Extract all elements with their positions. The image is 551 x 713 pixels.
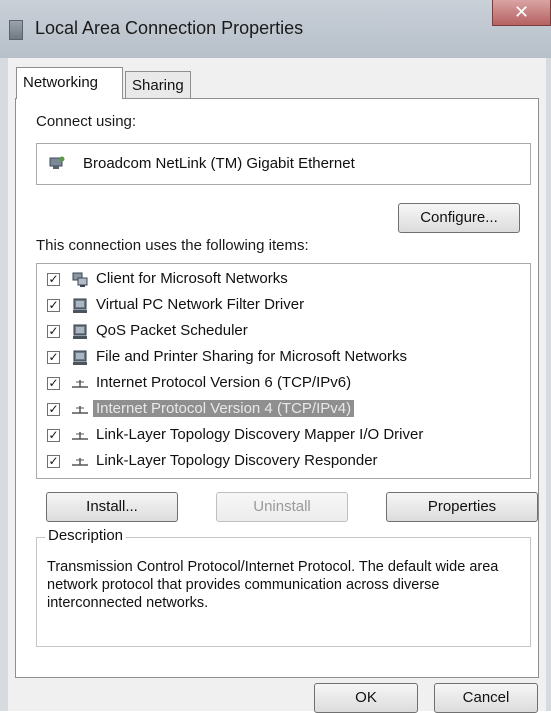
description-text: Transmission Control Protocol/Internet P… [47, 559, 499, 611]
description-legend: Description [45, 527, 127, 544]
adapter-name: Broadcom NetLink (TM) Gigabit Ethernet [83, 155, 355, 172]
list-item-client-for-microsoft-networks[interactable]: ✓ Client for Microsoft Networks [37, 268, 530, 292]
item-checkbox[interactable]: ✓ [47, 429, 60, 442]
item-label: Internet Protocol Version 4 (TCP/IPv4) [93, 400, 355, 417]
items-label: This connection uses the following items… [36, 237, 309, 254]
item-checkbox[interactable]: ✓ [47, 403, 60, 416]
item-label: Client for Microsoft Networks [96, 270, 288, 287]
networking-panel: Connect using: Broadcom NetLink (TM) Gig… [15, 98, 539, 678]
list-item-lltd-responder[interactable]: ✓ Link-Layer Topology Discovery Responde… [37, 450, 530, 474]
service-icon [73, 350, 87, 365]
list-item-virtual-pc-network-filter-driver[interactable]: ✓ Virtual PC Network Filter Driver [37, 294, 530, 318]
title-bar[interactable]: Local Area Connection Properties ✕ [0, 0, 551, 58]
close-button[interactable]: ✕ [492, 0, 551, 26]
item-checkbox[interactable]: ✓ [47, 273, 60, 286]
window-title: Local Area Connection Properties [35, 18, 304, 38]
properties-window: Local Area Connection Properties ✕ Netwo… [0, 0, 551, 713]
install-button[interactable]: Install... [46, 492, 178, 522]
connect-using-label: Connect using: [36, 113, 137, 130]
tab-networking[interactable]: Networking [16, 67, 123, 99]
item-checkbox[interactable]: ✓ [47, 377, 60, 390]
adapter-box: Broadcom NetLink (TM) Gigabit Ethernet [36, 143, 531, 185]
item-label: File and Printer Sharing for Microsoft N… [96, 348, 407, 365]
item-checkbox[interactable]: ✓ [47, 325, 60, 338]
uninstall-button[interactable]: Uninstall [216, 492, 348, 522]
item-label: QoS Packet Scheduler [96, 322, 248, 339]
item-label: Link-Layer Topology Discovery Responder [96, 452, 378, 469]
protocol-icon [72, 432, 88, 440]
list-item-lltd-mapper[interactable]: ✓ Link-Layer Topology Discovery Mapper I… [37, 424, 530, 448]
item-label: Link-Layer Topology Discovery Mapper I/O… [96, 426, 424, 443]
dialog-client-area: Networking Sharing Connect using: Broadc… [8, 58, 546, 713]
configure-button[interactable]: Configure... [398, 203, 520, 233]
service-icon [73, 298, 87, 313]
list-item-qos-packet-scheduler[interactable]: ✓ QoS Packet Scheduler [37, 320, 530, 344]
network-adapter-icon [49, 156, 65, 169]
client-icon [72, 272, 88, 287]
protocol-icon [72, 406, 88, 414]
properties-button[interactable]: Properties [386, 492, 538, 522]
cancel-button[interactable]: Cancel [434, 683, 538, 713]
protocol-icon [72, 458, 88, 466]
protocol-icon [72, 380, 88, 388]
item-checkbox[interactable]: ✓ [47, 455, 60, 468]
item-checkbox[interactable]: ✓ [47, 299, 60, 312]
service-icon [73, 324, 87, 339]
description-group: Description Transmission Control Protoco… [36, 527, 531, 647]
item-checkbox[interactable]: ✓ [47, 351, 60, 364]
list-item-ipv4[interactable]: ✓ Internet Protocol Version 4 (TCP/IPv4) [37, 398, 530, 422]
item-label: Virtual PC Network Filter Driver [96, 296, 305, 313]
ok-button[interactable]: OK [314, 683, 418, 713]
tab-sharing[interactable]: Sharing [125, 71, 191, 98]
items-list[interactable]: ✓ Client for Microsoft Networks ✓ Virtua… [36, 263, 531, 479]
list-item-ipv6[interactable]: ✓ Internet Protocol Version 6 (TCP/IPv6) [37, 372, 530, 396]
list-item-file-and-printer-sharing[interactable]: ✓ File and Printer Sharing for Microsoft… [37, 346, 530, 370]
item-label: Internet Protocol Version 6 (TCP/IPv6) [96, 374, 352, 391]
window-icon [9, 20, 23, 40]
